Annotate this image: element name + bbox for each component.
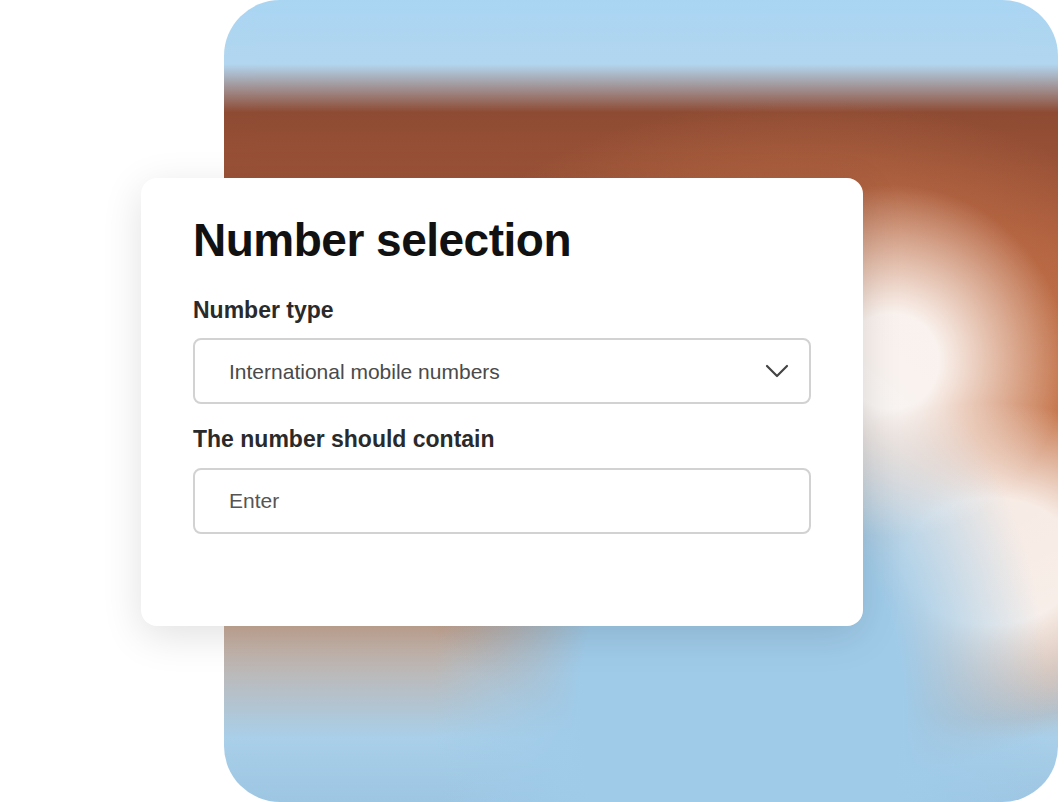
select-value: International mobile numbers (229, 356, 500, 388)
field-label: Number type (193, 297, 811, 325)
number-selection-card: Number selection Number type International… (141, 178, 863, 626)
card-title: Number selection (193, 214, 811, 267)
field-label: The number should contain (193, 426, 811, 454)
form-field: Number type International mobile numbers (193, 297, 811, 405)
number-contains-input[interactable] (193, 468, 811, 534)
chevron-down-icon[interactable] (765, 364, 789, 378)
number-type-select[interactable]: International mobile numbers (193, 338, 811, 404)
form-field: The number should contain (193, 426, 811, 534)
stage: Number selection Number type International… (0, 0, 1064, 802)
